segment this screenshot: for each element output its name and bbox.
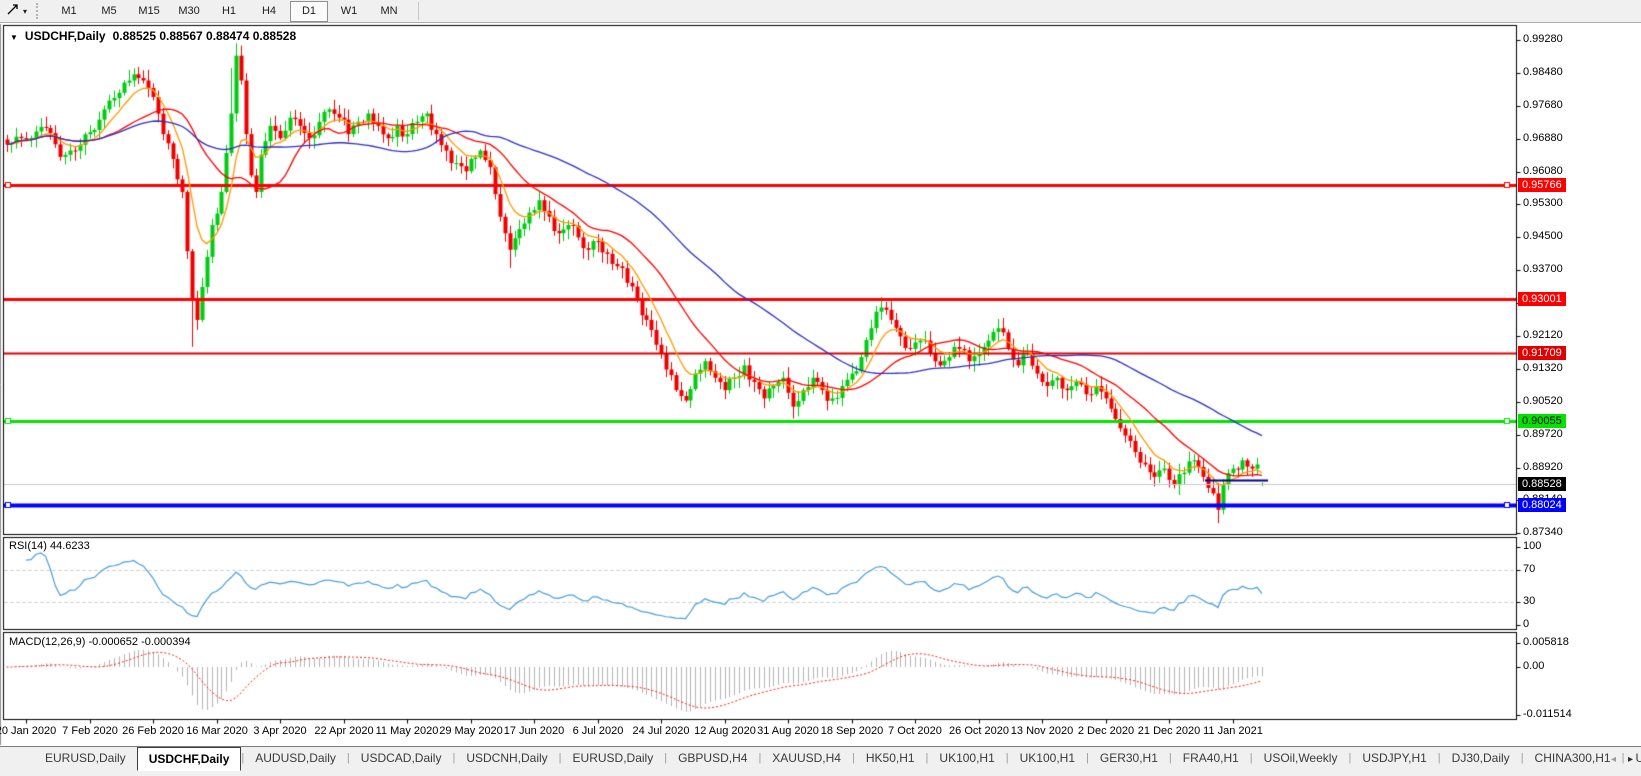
tab-scroll-left-icon[interactable]: ◂ [1611,754,1616,766]
tab-china300-h1[interactable]: CHINA300,H1 [1524,747,1622,770]
timeframe-button-MN[interactable]: MN [370,1,408,22]
tab-xauusd-h4[interactable]: XAUUSD,H4 [761,747,852,770]
toolbar-grip-handle[interactable] [36,3,42,19]
tab-eurusd-daily[interactable]: EURUSD,Daily [34,747,137,770]
toolbar-separator [418,2,420,20]
tab-usdchf-daily[interactable]: USDCHF,Daily [136,747,242,771]
timeframe-toolbar: ▾ M1 M5 M15 M30 H1 H4 D1 W1 MN [0,0,1641,23]
tab-usdcnh-daily[interactable]: USDCNH,Daily [455,747,558,770]
tab-usdcad-daily[interactable]: USDCAD,Daily [350,747,453,770]
price-chart-canvas[interactable] [0,0,1641,776]
dropdown-arrow-icon: ▾ [23,6,28,16]
timeframe-button-M1[interactable]: M1 [50,1,88,22]
timeframe-button-H1[interactable]: H1 [210,1,248,22]
timeframe-button-M30[interactable]: M30 [170,1,208,22]
trading-terminal-window: ▾ M1 M5 M15 M30 H1 H4 D1 W1 MN ▼ USDCHF,Daily 0.… [0,0,1641,776]
timeframe-button-H4[interactable]: H4 [250,1,288,22]
tab-eurusd-daily[interactable]: EURUSD,Daily [562,747,665,770]
line-draw-tool-icon [6,2,20,21]
symbol-tab-bar: EURUSD,Daily USDCHF,Daily | AUDUSD,Daily | US… [0,746,1641,776]
tab-scroll-right-icon[interactable]: ▸ [1628,754,1633,766]
timeframe-button-M15[interactable]: M15 [130,1,168,22]
tab-dj30-daily[interactable]: DJ30,Daily [1441,747,1521,770]
tab-fra40-h1[interactable]: FRA40,H1 [1172,747,1250,770]
tab-audusd-daily[interactable]: AUDUSD,Daily [244,747,347,770]
tab-uk100-h1[interactable]: UK100,H1 [1009,747,1086,770]
timeframe-button-W1[interactable]: W1 [330,1,368,22]
tab-usoil-weekly[interactable]: USOil,Weekly [1253,747,1349,770]
tab-usdjpy-h1[interactable]: USDJPY,H1 [1351,747,1437,770]
tab-gbpusd-h4[interactable]: GBPUSD,H4 [667,747,758,770]
timeframe-button-M5[interactable]: M5 [90,1,128,22]
line-draw-tool-button[interactable]: ▾ [0,1,32,21]
timeframe-button-D1[interactable]: D1 [290,0,329,22]
tab-hk50-h1[interactable]: HK50,H1 [855,747,926,770]
tab-ger30-h1[interactable]: GER30,H1 [1089,747,1169,770]
tab-uk100-h1[interactable]: UK100,H1 [928,747,1005,770]
